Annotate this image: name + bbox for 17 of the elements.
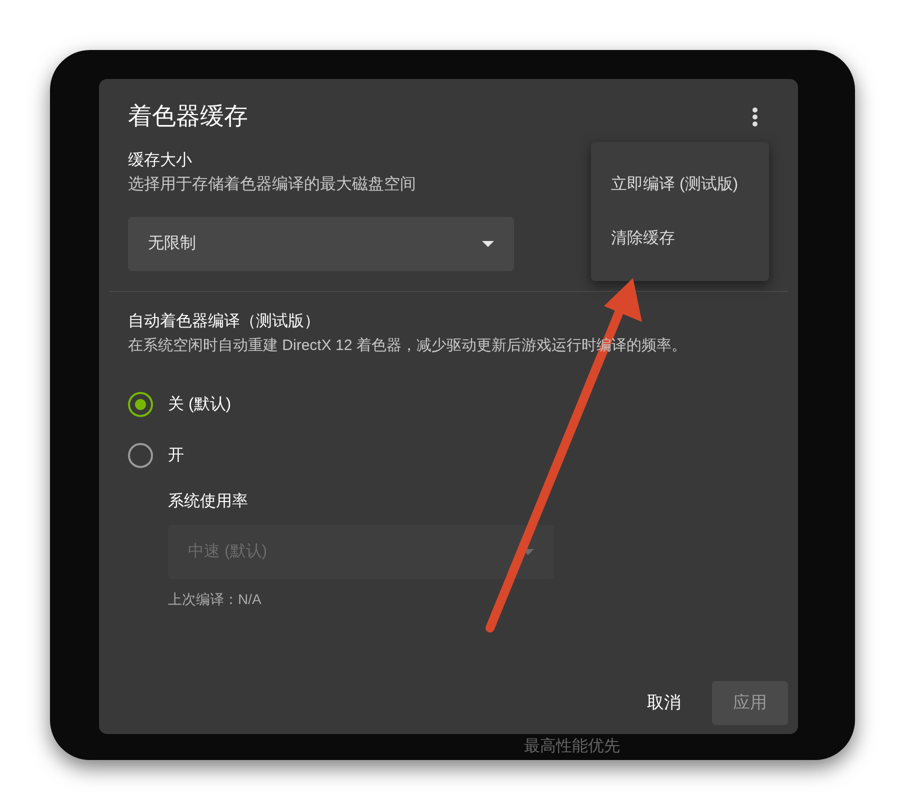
section-description: 选择用于存储着色器编译的最大磁盘空间: [128, 174, 416, 195]
section-label: 缓存大小: [128, 150, 192, 171]
dialog-button[interactable]: 取消: [647, 681, 681, 725]
radio-button[interactable]: [128, 392, 153, 417]
radio-button[interactable]: [128, 443, 153, 468]
caret-icon: [482, 241, 494, 247]
menu-item[interactable]: 清除缓存: [611, 226, 769, 250]
section-label: 自动着色器编译（测试版）: [128, 312, 320, 332]
dropdown-field[interactable]: 无限制: [128, 217, 514, 271]
background-text: 最高性能优先: [524, 737, 620, 757]
more-options-icon[interactable]: [752, 107, 758, 127]
field-label: 系统使用率: [168, 492, 249, 512]
radio-label: 关 (默认): [168, 394, 232, 414]
menu-item[interactable]: 立即编译 (测试版): [611, 172, 769, 196]
radio-label: 开: [168, 446, 184, 466]
last-compile-text: 上次编译：N/A: [168, 590, 262, 609]
dialog-title: 着色器缓存: [128, 102, 248, 132]
